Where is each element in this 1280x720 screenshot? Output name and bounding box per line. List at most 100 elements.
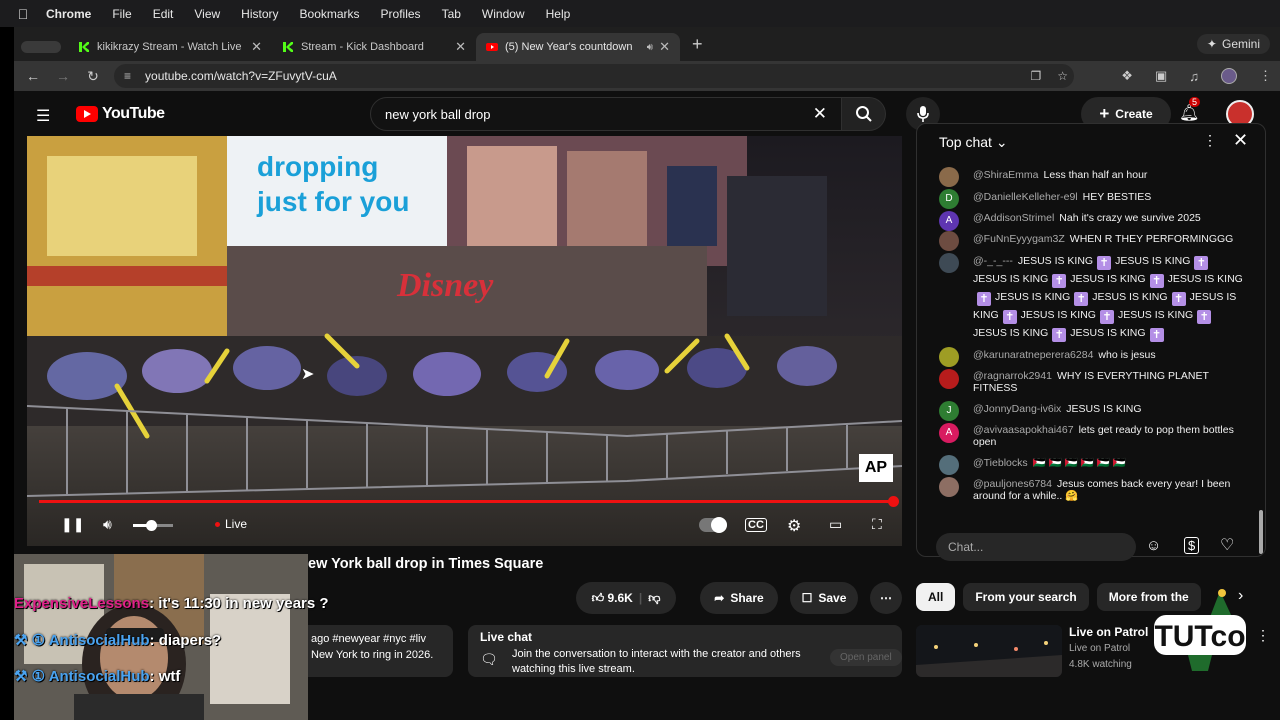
chat-avatar[interactable] [939,231,959,251]
fullscreen-icon[interactable]: ⛶ [872,516,882,533]
volume-slider[interactable] [133,520,173,531]
install-app-icon[interactable]: ❐ [1030,69,1041,83]
settings-gear-icon[interactable]: ⚙ [787,516,801,536]
pause-icon[interactable]: ❚❚ [61,516,84,533]
progress-bar[interactable] [39,496,899,507]
media-control-icon[interactable]: ♫ [1189,69,1199,84]
chat-avatar[interactable]: A [939,423,959,443]
tab-kick-dashboard[interactable]: Stream - Kick Dashboard ✕ [272,33,476,61]
chat-author[interactable]: @-_-_--- [973,255,1013,267]
menu-profiles[interactable]: Profiles [381,7,421,21]
bookmark-star-icon[interactable]: ☆ [1057,69,1068,83]
chrome-menu-icon[interactable]: ⋮ [1259,68,1272,84]
recommended-thumbnail[interactable] [916,625,1062,677]
notifications-button[interactable]: 🔔︎ 5 [1179,97,1201,123]
tutco-logo: TUTco [1154,589,1246,671]
plus-icon: + [1099,104,1110,123]
address-bar[interactable]: ≡ youtube.com/watch?v=ZFuvytV-cuA ❐ ☆ [114,64,1074,88]
chat-input[interactable]: Chat... [936,533,1136,561]
share-button[interactable]: ➦ Share [700,582,778,614]
browser-window: kikikrazy Stream - Watch Live ✕ Stream -… [14,27,1280,720]
description-box[interactable]: ago #newyear #nyc #liv New York to ring … [307,625,453,677]
site-info-icon[interactable]: ≡ [124,69,131,83]
speaker-icon[interactable]: 🔊︎ [647,42,653,53]
clear-search-icon[interactable]: ✕ [813,104,827,124]
menu-history[interactable]: History [241,7,278,21]
chat-author[interactable]: @ragnarrok2941 [973,370,1052,382]
chat-mode-select[interactable]: Top chat ⌄ [939,134,1008,151]
hamburger-menu-icon[interactable]: ☰ [36,106,50,126]
close-tab-icon[interactable]: ✕ [659,39,670,55]
menu-file[interactable]: File [112,7,131,21]
like-button[interactable]: 👍︎ 9.6K [592,591,633,606]
chat-text: JESUS IS KING [1115,255,1191,267]
chat-avatar[interactable] [939,477,959,497]
more-actions-button[interactable]: ⋯ [870,582,902,614]
volume-knob[interactable] [146,520,157,531]
extensions-icon[interactable]: ❖ [1121,68,1133,84]
macos-menubar:  Chrome File Edit View History Bookmark… [0,0,1280,27]
chat-avatar[interactable] [939,369,959,389]
chat-author[interactable]: @ShiraEmma [973,169,1039,181]
dislike-icon[interactable]: 👎︎ [648,591,660,606]
tab-search-icon[interactable]: ▣ [1155,68,1167,84]
volume-icon[interactable]: 🔊︎ [103,516,112,533]
save-button[interactable]: ☐ Save [790,582,858,614]
close-tab-icon[interactable]: ✕ [251,39,262,55]
chip-all[interactable]: All [916,583,956,611]
chat-header: Top chat ⌄ ⋮ ✕ [917,124,1265,158]
super-chat-icon[interactable]: $ [1184,537,1200,554]
menu-view[interactable]: View [194,7,220,21]
chat-author[interactable]: @DanielleKelleher-e9l [973,191,1078,203]
chat-avatar[interactable]: D [939,189,959,209]
recommended-more-icon[interactable]: ⋮ [1256,627,1270,644]
chat-author[interactable]: @JonnyDang-iv6ix [973,403,1061,415]
menu-edit[interactable]: Edit [153,7,174,21]
menu-help[interactable]: Help [546,7,571,21]
chat-author[interactable]: @avivaasapokhai467 [973,424,1074,436]
profile-avatar-icon[interactable] [1221,68,1237,84]
live-indicator[interactable]: Live [215,517,247,531]
search-button[interactable] [842,97,886,131]
captions-icon[interactable]: CC [745,518,767,532]
youtube-logo-text: YouTube [102,105,165,122]
chat-avatar[interactable] [939,347,959,367]
menu-window[interactable]: Window [482,7,525,21]
chat-author[interactable]: @FuNnEyyygam3Z [973,233,1065,245]
chat-message: @FuNnEyyygam3Z WHEN R THEY PERFORMINGGG [917,228,1255,251]
open-panel-button[interactable]: Open panel [830,649,902,666]
theater-mode-icon[interactable]: ▭ [829,516,842,533]
chip-from-search[interactable]: From your search [963,583,1089,611]
chat-avatar[interactable] [939,167,959,187]
chat-author[interactable]: @karunaratneperera6284 [973,349,1093,361]
recommended-viewers: 4.8K watching [1069,659,1132,670]
chat-author[interactable]: @AddisonStrimel [973,212,1054,224]
menu-bookmarks[interactable]: Bookmarks [300,7,360,21]
new-tab-icon[interactable]: + [692,34,703,55]
tab-kick-stream[interactable]: kikikrazy Stream - Watch Live ✕ [68,33,272,61]
progress-scrubber[interactable] [888,496,899,507]
menu-chrome[interactable]: Chrome [46,7,91,21]
close-chat-icon[interactable]: ✕ [1233,130,1248,151]
close-tab-icon[interactable]: ✕ [455,39,466,55]
video-player[interactable]: dropping just for you Disney ➤ AP ❚❚ 🔊︎ … [27,136,902,546]
menu-tab[interactable]: Tab [442,7,461,21]
chat-author[interactable]: @Tieblocks [973,457,1028,469]
heart-icon[interactable]: ♡ [1220,535,1234,555]
tab-youtube[interactable]: (5) New Year's countdown 🔊︎ ✕ [476,33,680,61]
youtube-logo[interactable]: YouTube [76,105,165,123]
autoplay-toggle[interactable] [699,517,727,533]
apple-icon[interactable]:  [0,6,46,22]
chat-avatar[interactable]: J [939,401,959,421]
back-icon[interactable]: ← [18,68,48,84]
chat-avatar[interactable] [939,455,959,475]
search-input[interactable]: new york ball drop ✕ [370,97,842,131]
reload-icon[interactable]: ↻ [78,68,108,85]
chat-avatar[interactable] [939,253,959,273]
gemini-button[interactable]: ✦ Gemini [1196,34,1270,54]
chat-author[interactable]: @pauljones6784 [973,478,1052,490]
emoji-icon[interactable]: ☺ [1146,537,1161,554]
forward-icon[interactable]: → [48,68,78,84]
tab-pinned[interactable] [14,33,68,61]
more-options-icon[interactable]: ⋮ [1203,132,1217,149]
